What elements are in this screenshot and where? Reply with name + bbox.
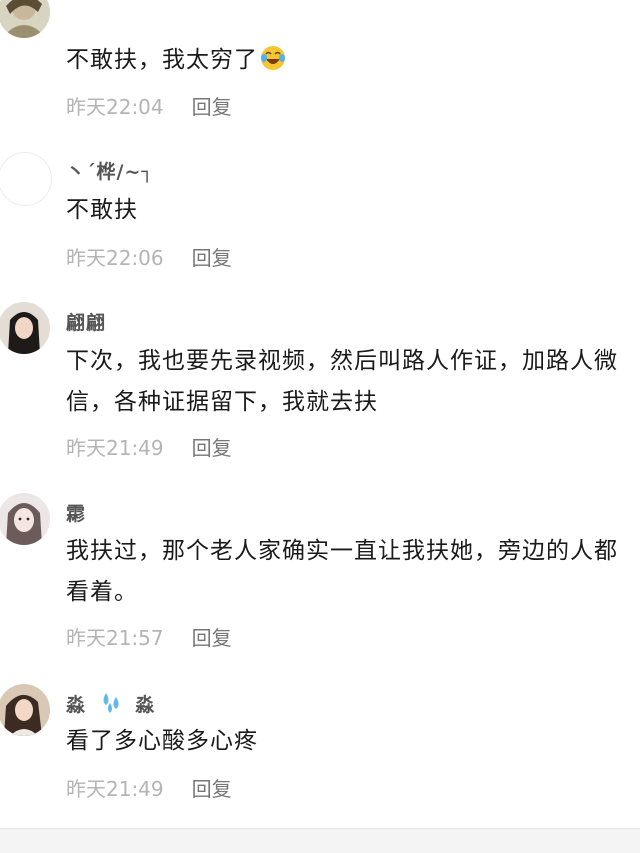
avatar[interactable] bbox=[0, 152, 52, 206]
avatar[interactable] bbox=[0, 684, 50, 736]
timestamp: 昨天21:49 bbox=[66, 777, 164, 801]
avatar[interactable] bbox=[0, 493, 50, 545]
comment-meta: 昨天22:06 回复 bbox=[66, 242, 232, 271]
comment-text: 我扶过，那个老人家确实一直让我扶她，旁边的人都看着。 bbox=[66, 538, 618, 605]
username[interactable]: 霦 bbox=[66, 499, 86, 526]
username[interactable]: 淼 淼 bbox=[66, 689, 155, 717]
avatar-blank-icon bbox=[0, 153, 51, 205]
comment-text: 不敢扶，我太穷了 bbox=[66, 40, 634, 81]
avatar-girl-dark-hair-icon bbox=[0, 302, 50, 354]
comment-text: 不敢扶 bbox=[66, 197, 138, 223]
reply-button[interactable]: 回复 bbox=[192, 95, 232, 119]
reply-button[interactable]: 回复 bbox=[192, 626, 232, 650]
avatar-illustrated-girl-icon bbox=[0, 493, 50, 545]
avatar[interactable] bbox=[0, 0, 50, 38]
crying-laughing-emoji-icon bbox=[260, 44, 286, 70]
reply-button[interactable]: 回复 bbox=[192, 246, 232, 270]
bottom-strip bbox=[0, 829, 640, 853]
avatar-photo-icon bbox=[0, 0, 50, 38]
avatar-woman-photo-icon bbox=[0, 684, 50, 736]
comment-meta: 昨天22:04 回复 bbox=[66, 91, 232, 120]
comment-text: 看了多心酸多心疼 bbox=[66, 728, 258, 754]
reply-button[interactable]: 回复 bbox=[192, 777, 232, 801]
timestamp: 昨天22:04 bbox=[66, 95, 164, 119]
timestamp: 昨天21:49 bbox=[66, 436, 164, 460]
comment-meta: 昨天21:49 回复 bbox=[66, 432, 232, 461]
avatar[interactable] bbox=[0, 302, 50, 354]
username[interactable]: 翩翩 bbox=[66, 308, 106, 335]
timestamp: 昨天22:06 bbox=[66, 246, 164, 270]
sweat-droplets-emoji-icon bbox=[98, 689, 124, 715]
comment-text: 下次，我也要先录视频，然后叫路人作证，加路人微信，各种证据留下，我就去扶 bbox=[66, 348, 618, 415]
comment-meta: 昨天21:57 回复 bbox=[66, 622, 232, 651]
timestamp: 昨天21:57 bbox=[66, 626, 164, 650]
reply-button[interactable]: 回复 bbox=[192, 436, 232, 460]
username[interactable]: 丶´桦/~┐ bbox=[66, 157, 154, 184]
comment-meta: 昨天21:49 回复 bbox=[66, 773, 232, 802]
